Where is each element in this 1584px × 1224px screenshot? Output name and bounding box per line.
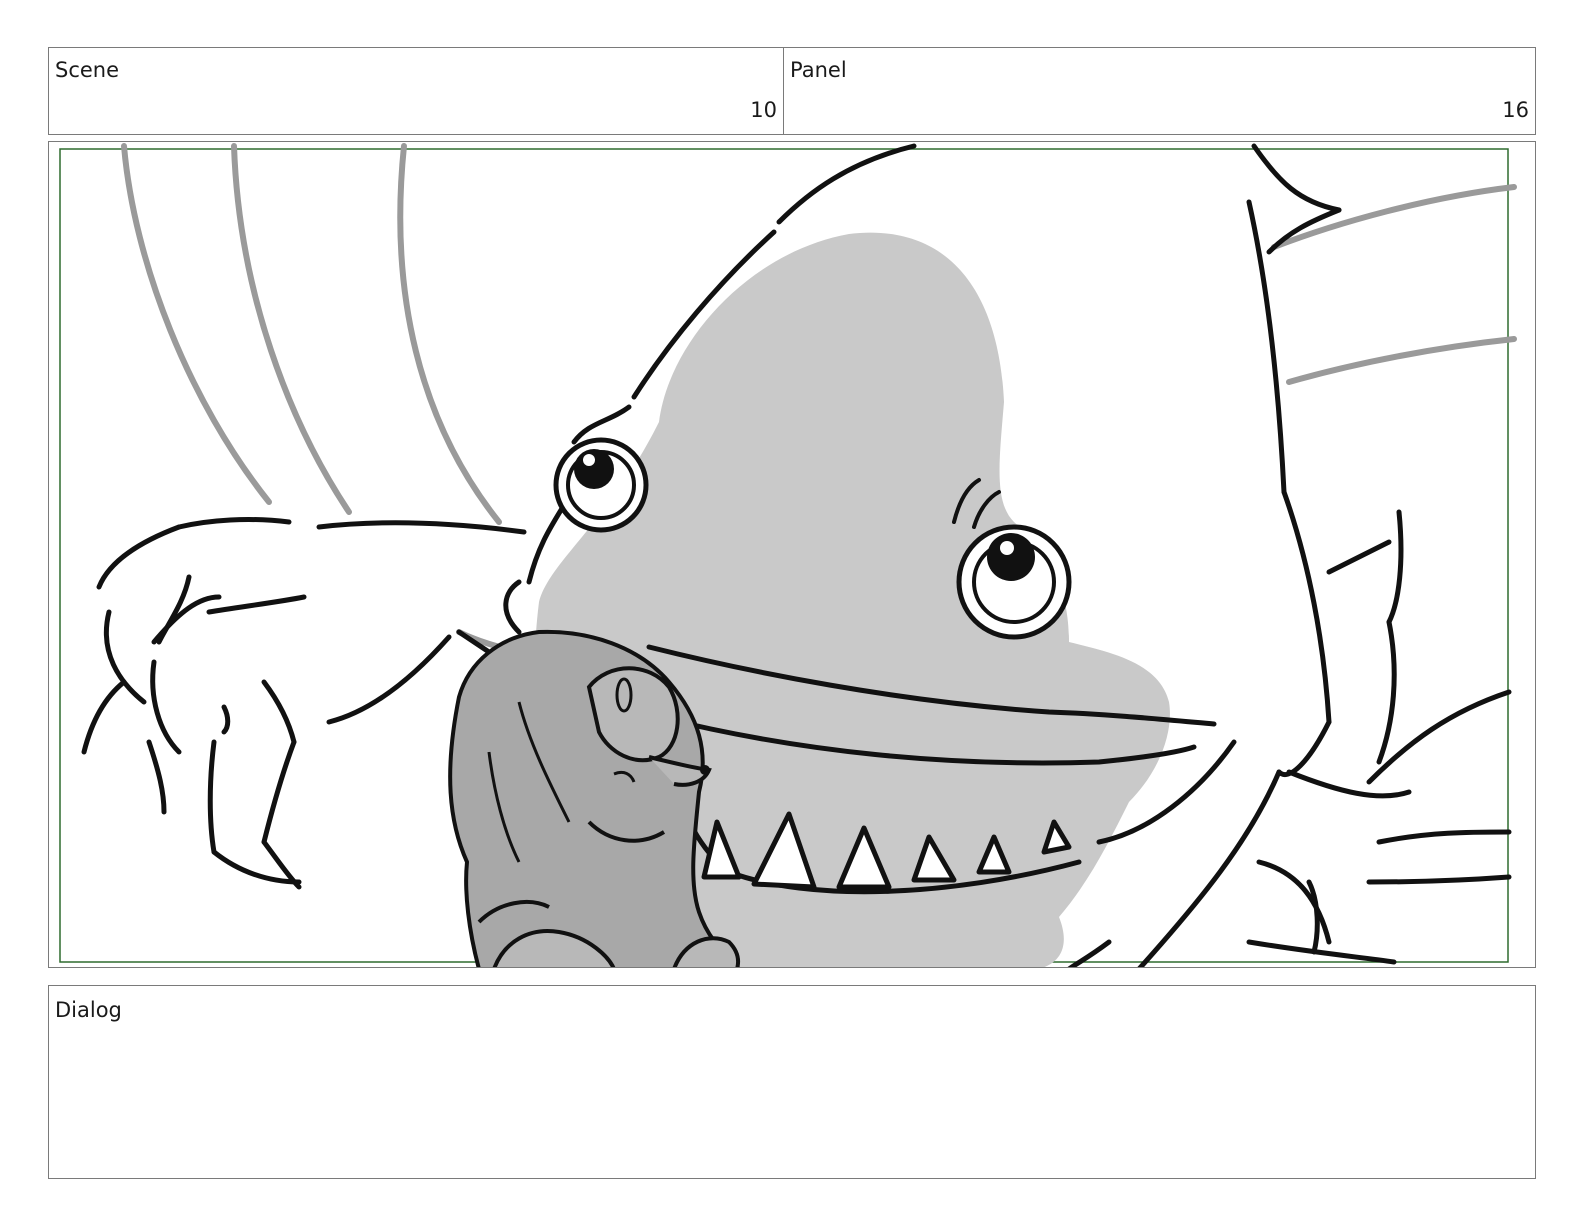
scene-number: 10 (750, 98, 777, 122)
scene-cell: Scene 10 (49, 48, 784, 134)
dialog-label: Dialog (55, 998, 122, 1022)
sketch-illustration (59, 143, 1517, 967)
panel-number: 16 (1502, 98, 1529, 122)
panel-cell: Panel 16 (784, 48, 1535, 134)
fish-eye-left (553, 437, 649, 533)
panel-label: Panel (790, 58, 847, 82)
scene-label: Scene (55, 58, 120, 82)
fish-eye-right (956, 524, 1072, 640)
dialog-box: Dialog (48, 985, 1536, 1179)
storyboard-frame (48, 141, 1536, 968)
storyboard-header: Scene 10 Panel 16 (48, 47, 1536, 135)
